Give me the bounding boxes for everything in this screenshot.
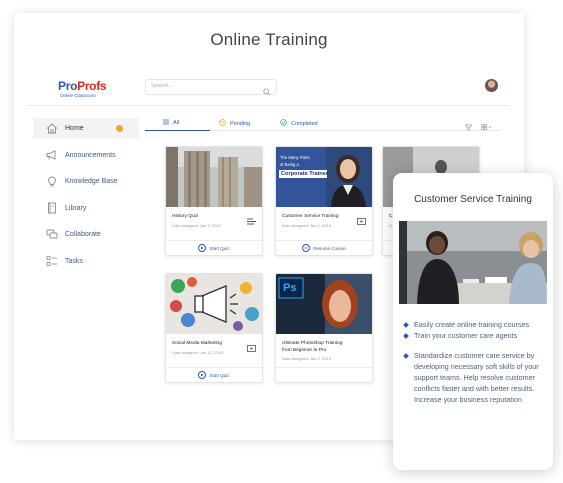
card-action-button[interactable]	[276, 367, 372, 382]
sidebar: Home Announcements Knowledge Base Librar…	[33, 118, 139, 277]
avatar[interactable]	[485, 79, 498, 92]
course-thumbnail: Ps	[276, 274, 372, 334]
course-title: Customer Service Training	[282, 214, 339, 219]
thumbnail-text-2: of Being a	[280, 162, 299, 167]
course-thumbnail	[166, 274, 262, 334]
sidebar-item-announcements[interactable]: Announcements	[33, 145, 139, 166]
chat-icon	[46, 229, 58, 241]
proprofs-logo[interactable]: ProProfs Online Classroom	[58, 79, 107, 98]
popup-title: Customer Service Training	[414, 194, 532, 205]
active-tab-indicator	[145, 129, 210, 131]
book-icon	[46, 202, 58, 214]
play-icon	[198, 371, 207, 379]
tasks-icon	[46, 255, 58, 267]
tab-label: Pending	[230, 120, 251, 127]
thumbnail-text-1: The Many Parts	[280, 155, 310, 160]
action-label: Resume Course	[313, 245, 346, 251]
logo-subtitle: Online Classroom	[60, 93, 96, 98]
date-assigned: D	[389, 223, 392, 228]
play-icon	[198, 244, 207, 252]
tab-tools	[464, 118, 492, 136]
sidebar-item-label: Announcements	[65, 151, 116, 159]
lightbulb-icon	[46, 176, 58, 188]
sidebar-item-knowledge-base[interactable]: Knowledge Base	[33, 171, 139, 192]
sidebar-item-label: Library	[65, 204, 87, 212]
sidebar-item-label: Home	[65, 125, 84, 132]
popup-bullet: Train your customer care agents	[403, 330, 545, 341]
course-thumbnail	[166, 147, 262, 207]
course-card-history-quiz[interactable]: History Quiz Date Assigned: Jan 2, 2019 …	[165, 146, 263, 256]
search-input[interactable]: Search...	[145, 79, 277, 96]
tab-all[interactable]: All	[163, 119, 179, 127]
home-icon	[46, 123, 58, 135]
tab-label: Completed	[291, 120, 318, 127]
quiz-icon	[247, 212, 256, 230]
video-icon	[357, 212, 366, 230]
sidebar-item-library[interactable]: Library	[33, 198, 139, 219]
popup-bullet: Easily create online training courses	[403, 319, 545, 330]
thumbnail-text-3: Corporate Trainer	[281, 171, 328, 177]
course-card-photoshop[interactable]: Ps Ultimate Photoshop Training: from Beg…	[275, 273, 373, 383]
filter-tabs: All Pending Completed	[145, 114, 500, 131]
sidebar-item-label: Tasks	[65, 257, 83, 265]
action-label: Start Quiz	[209, 372, 230, 378]
tab-completed[interactable]: Completed	[280, 119, 318, 128]
sidebar-item-label: Knowledge Base	[65, 178, 118, 185]
course-card-social-media[interactable]: Social Media Marketing Date Assigned: Ja…	[165, 273, 263, 383]
resume-course-button[interactable]: Resume Course	[276, 240, 372, 255]
megaphone-icon	[46, 149, 58, 161]
clock-icon	[219, 119, 226, 128]
date-assigned: Date Assigned: Jan 12, 2019	[172, 350, 224, 355]
check-circle-icon	[280, 119, 287, 128]
popup-bullet: Standardize customer care service by dev…	[403, 350, 545, 405]
search-icon[interactable]	[263, 83, 271, 101]
search-placeholder: Search...	[151, 83, 174, 89]
popup-course-image	[399, 221, 547, 304]
sidebar-item-label: Collaborate	[65, 231, 101, 238]
header-divider	[27, 105, 510, 106]
course-thumbnail: The Many Parts of Being a Corporate Trai…	[276, 147, 372, 207]
date-assigned: Date Assigned: Jan 2, 2019	[172, 223, 221, 228]
tab-pending[interactable]: Pending	[219, 119, 250, 128]
popup-bullet-list: Easily create online training courses Tr…	[403, 319, 545, 405]
filter-icon[interactable]	[464, 118, 473, 136]
page-title: Online Training	[210, 30, 328, 49]
course-title: Social Media Marketing	[172, 341, 222, 346]
notification-badge	[116, 125, 123, 132]
action-label: Start Quiz	[209, 245, 230, 251]
course-card-customer-service[interactable]: The Many Parts of Being a Corporate Trai…	[275, 146, 373, 256]
course-detail-popup: Customer Service Training Easily create …	[393, 173, 553, 470]
start-quiz-button[interactable]: Start Quiz	[166, 240, 262, 255]
sidebar-item-collaborate[interactable]: Collaborate	[33, 224, 139, 245]
grid-view-icon[interactable]	[481, 118, 492, 136]
resume-icon	[302, 244, 311, 252]
start-quiz-button[interactable]: Start Quiz	[166, 367, 262, 382]
sidebar-item-home[interactable]: Home	[33, 118, 139, 139]
tab-label: All	[173, 120, 180, 126]
logo-wordmark: ProProfs	[58, 79, 107, 93]
video-icon	[247, 339, 256, 357]
date-assigned: Date Assigned: Jan 2, 2019	[282, 356, 331, 361]
photoshop-logo-text: Ps	[283, 282, 297, 294]
sidebar-item-tasks[interactable]: Tasks	[33, 251, 139, 272]
course-title: Ultimate Photoshop Training: from Beginn…	[282, 341, 344, 353]
course-title: History Quiz	[172, 214, 199, 219]
date-assigned: Date Assigned: Jan 1, 2019	[282, 223, 331, 228]
list-icon	[163, 119, 169, 127]
